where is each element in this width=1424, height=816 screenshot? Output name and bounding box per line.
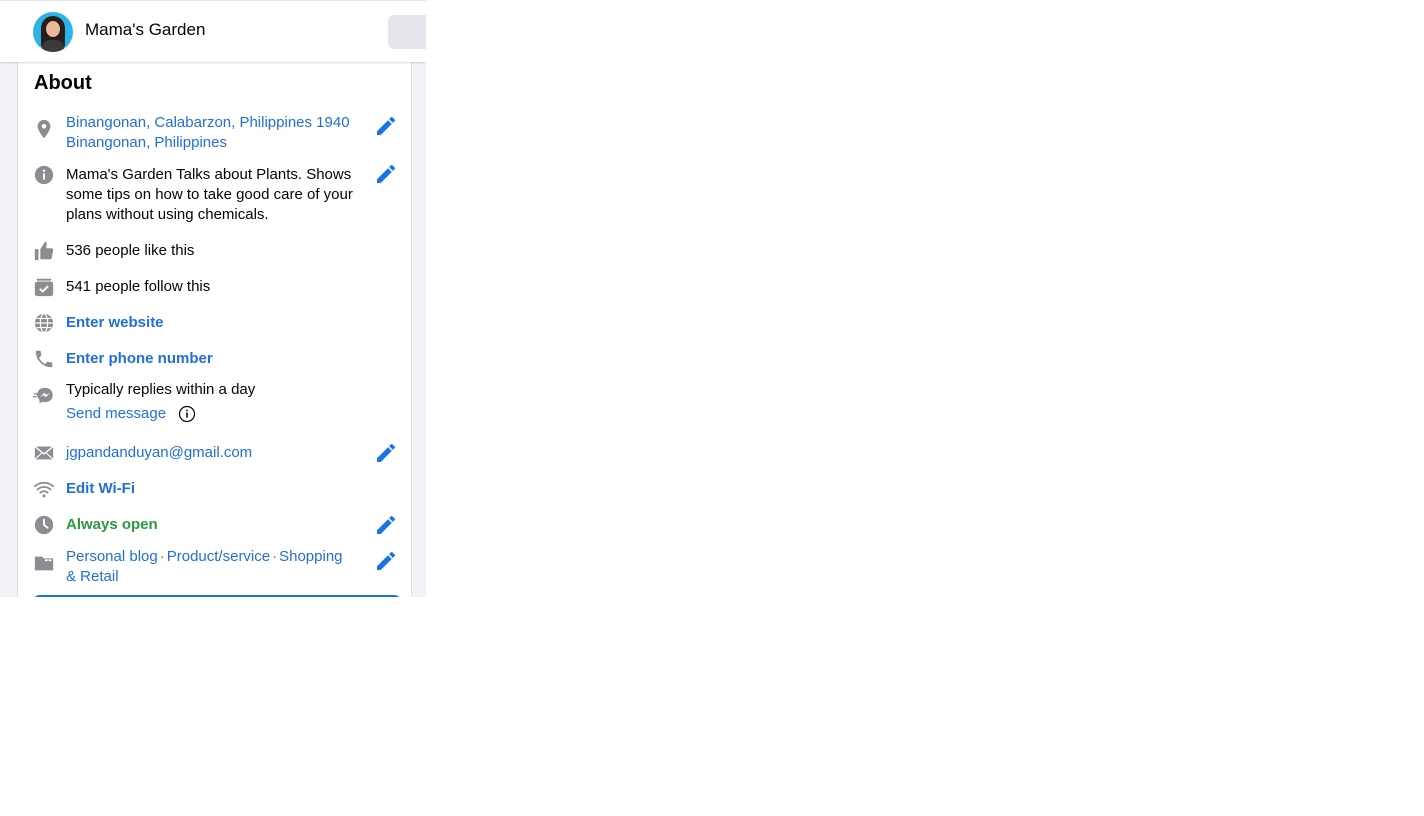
send-message-link[interactable]: Send message <box>66 405 166 422</box>
globe-icon <box>32 311 56 335</box>
edit-categories-button[interactable] <box>374 549 398 573</box>
wifi-icon <box>32 477 56 501</box>
location-pin-icon <box>32 117 56 141</box>
pencil-icon <box>377 515 396 534</box>
pencil-icon <box>377 443 396 462</box>
categories-text: Personal blog · Product/service · Shopping &… <box>66 548 343 585</box>
enter-website-link[interactable]: Enter website <box>66 313 366 333</box>
edit-wifi-link[interactable]: Edit Wi-Fi <box>66 479 366 499</box>
follows-text: 541 people follow this <box>66 278 211 295</box>
mail-icon <box>32 441 56 465</box>
address-line2[interactable]: Binangonan, Philippines <box>66 134 227 151</box>
pencil-icon <box>377 551 396 570</box>
messenger-icon <box>32 384 56 408</box>
email-link[interactable]: jgpandanduyan@gmail.com <box>66 443 366 463</box>
description-text: Mama's Garden Talks about Plants. Shows … <box>66 166 353 223</box>
header-action-button[interactable] <box>388 15 426 49</box>
send-message-wrap: Send message <box>66 404 366 424</box>
about-action-button[interactable] <box>32 595 402 597</box>
phone-icon <box>32 347 56 371</box>
edit-hours-button[interactable] <box>374 513 398 537</box>
pencil-icon <box>377 164 396 183</box>
thumbs-up-icon <box>32 239 56 263</box>
enter-phone-link[interactable]: Enter phone number <box>66 349 366 369</box>
follow-check-icon <box>32 275 56 299</box>
edit-email-button[interactable] <box>374 441 398 465</box>
about-title: About <box>34 72 92 94</box>
info-icon <box>32 163 56 187</box>
reply-time-text: Typically replies within a day <box>66 381 256 398</box>
hours-text: Always open <box>66 516 158 533</box>
clock-icon <box>32 513 56 537</box>
pencil-icon <box>377 116 396 135</box>
page-name[interactable]: Mama's Garden <box>85 20 205 40</box>
page-avatar[interactable] <box>33 12 73 52</box>
page-header: Mama's Garden <box>0 0 426 62</box>
address-line1[interactable]: Binangonan, Calabarzon, Philippines 1940 <box>66 114 350 131</box>
category-product-service[interactable]: Product/service <box>167 548 270 565</box>
category-icon <box>32 551 56 575</box>
info-outline-icon[interactable] <box>178 405 196 423</box>
viewport: Mama's Garden About Binangonan, Calabarz… <box>0 0 426 597</box>
edit-description-button[interactable] <box>374 162 398 186</box>
about-card: About Binangonan, Calabarzon, Philippine… <box>17 61 412 597</box>
edit-address-button[interactable] <box>374 114 398 138</box>
likes-text: 536 people like this <box>66 242 195 259</box>
address-text[interactable]: Binangonan, Calabarzon, Philippines 1940… <box>66 113 366 153</box>
category-personal-blog[interactable]: Personal blog <box>66 548 158 565</box>
